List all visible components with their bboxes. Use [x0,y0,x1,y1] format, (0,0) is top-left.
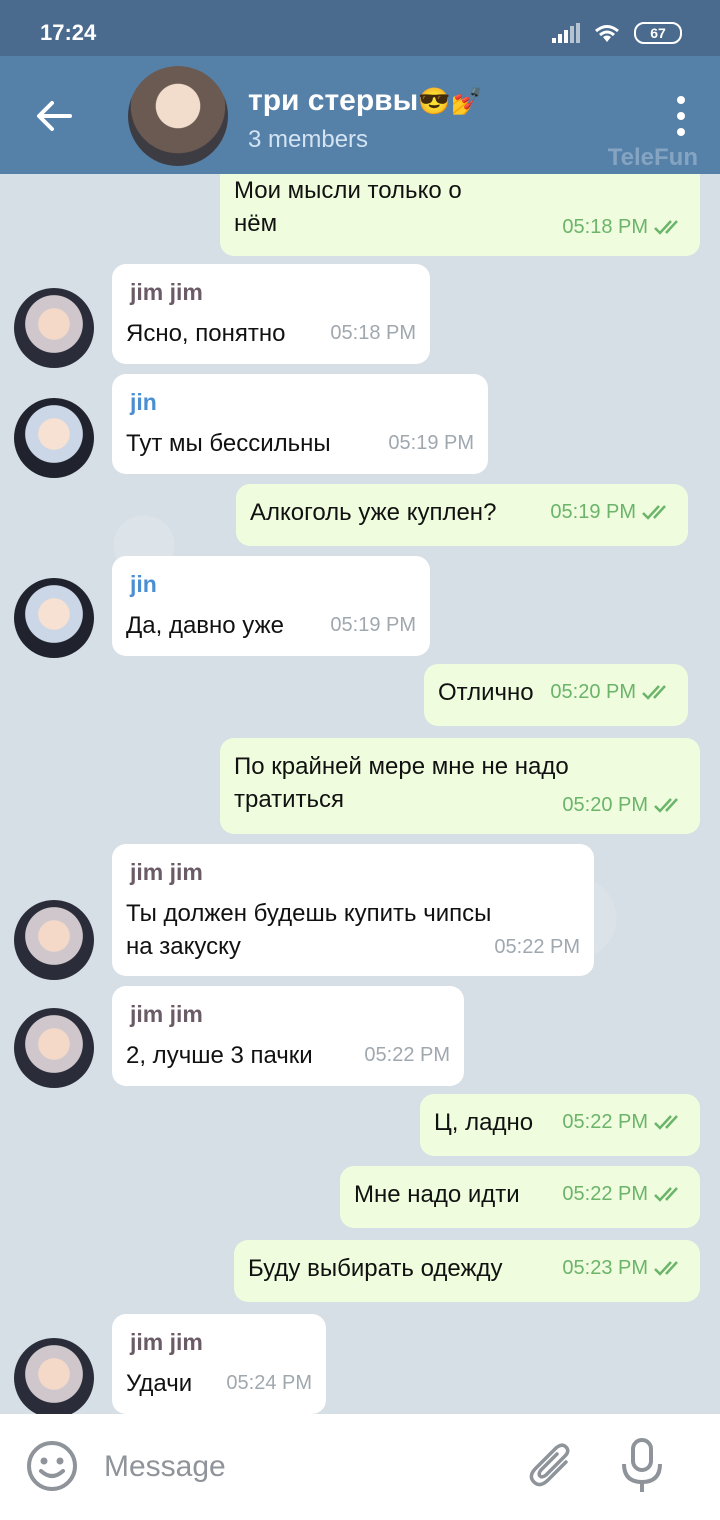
double-check-icon [654,1114,678,1130]
message-row: Отлично 05:20 PM [438,676,674,709]
incoming-message[interactable]: jim jim 2, лучше 3 пачки 05:22 PM [112,986,464,1086]
time-text: 05:20 PM [562,794,648,816]
chat-title-text: три стервы [248,84,419,117]
sender-avatar[interactable] [14,900,94,980]
sender-name[interactable]: jim jim [130,1326,312,1359]
message-list[interactable]: Мои мысли только о нём 05:18 PM jim jim Ясно… [0,174,720,1414]
message-row: Буду выбирать одежду 05:23 PM [248,1252,686,1285]
message-text: Удачи [126,1370,193,1397]
message-time: 05:20 PM [562,789,686,822]
message-time: 05:22 PM [364,1039,450,1072]
more-vertical-icon[interactable] [676,96,686,136]
message-text: Отлично [438,679,534,706]
message-text: Буду выбирать одежду [248,1255,503,1282]
message-time: 05:18 PM [330,317,416,350]
incoming-message[interactable]: jim jim Ты должен будешь купить чипсы на з… [112,844,594,976]
time-text: 05:20 PM [550,681,636,703]
outgoing-message[interactable]: Алкоголь уже куплен? 05:19 PM [236,484,688,546]
message-row: Тут мы бессильны 05:19 PM [126,427,474,460]
message-text: Да, давно уже [126,612,284,639]
time-text: 05:23 PM [562,1257,648,1279]
double-check-icon [654,219,678,235]
chat-title[interactable]: три стервы😎💅 [248,84,483,118]
message-time: 05:18 PM [562,211,686,244]
message-text: Ясно, понятно [126,320,286,347]
group-avatar[interactable] [128,66,228,166]
signal-icon [552,23,580,43]
chat-header: три стервы😎💅 3 members TeleFun [0,56,720,174]
time-text: 05:19 PM [330,614,416,636]
paperclip-icon[interactable] [526,1440,578,1492]
status-bar: 17:24 67 [0,0,720,56]
time-text: 05:24 PM [226,1372,312,1394]
double-check-icon [654,1186,678,1202]
outgoing-message[interactable]: Ц, ладно 05:22 PM [420,1094,700,1156]
arrow-left-icon[interactable] [34,96,74,136]
outgoing-message[interactable]: По крайней мере мне не надо тратиться 05:2… [220,738,700,834]
wifi-icon [595,25,619,42]
message-row: Алкоголь уже куплен? 05:19 PM [250,496,674,529]
sender-name[interactable]: jim jim [130,856,580,889]
time-text: 05:19 PM [388,432,474,454]
incoming-message[interactable]: jim jim Удачи 05:24 PM [112,1314,326,1414]
message-row: Да, давно уже 05:19 PM [126,609,416,642]
incoming-message[interactable]: jim jim Ясно, понятно 05:18 PM [112,264,430,364]
sender-avatar[interactable] [14,1338,94,1414]
microphone-icon[interactable] [616,1436,668,1496]
sender-name[interactable]: jim jim [130,998,450,1031]
double-check-icon [642,684,666,700]
sender-avatar[interactable] [14,288,94,368]
battery-indicator: 67 [634,22,682,44]
double-check-icon [654,797,678,813]
message-time: 05:19 PM [550,496,674,529]
sender-avatar[interactable] [14,398,94,478]
sender-name[interactable]: jin [130,386,474,419]
message-text: Мне надо идти [354,1181,520,1208]
message-text: 2, лучше 3 пачки [126,1042,313,1069]
sender-name[interactable]: jim jim [130,276,416,309]
message-input[interactable]: Message [104,1450,226,1484]
message-row: 2, лучше 3 пачки 05:22 PM [126,1039,450,1072]
message-time: 05:19 PM [330,609,416,642]
outgoing-message[interactable]: Мои мысли только о нём 05:18 PM [220,174,700,256]
status-icons: 67 [552,22,682,44]
message-time: 05:22 PM [494,931,580,964]
double-check-icon [642,504,666,520]
status-time: 17:24 [40,20,97,45]
message-time: 05:24 PM [226,1367,312,1400]
message-time: 05:23 PM [562,1252,686,1285]
double-check-icon [654,1260,678,1276]
time-text: 05:18 PM [562,216,648,238]
message-row: Ц, ладно 05:22 PM [434,1106,686,1139]
incoming-message[interactable]: jin Тут мы бессильны 05:19 PM [112,374,488,474]
chat-title-emoji: 😎💅 [418,86,483,116]
smiley-icon[interactable] [26,1440,78,1492]
time-text: 05:22 PM [562,1183,648,1205]
time-text: 05:22 PM [562,1111,648,1133]
sender-name[interactable]: jin [130,568,416,601]
message-time: 05:22 PM [562,1106,686,1139]
message-text: Алкоголь уже куплен? [250,499,497,526]
message-time: 05:20 PM [550,676,674,709]
sender-avatar[interactable] [14,578,94,658]
message-row: Удачи 05:24 PM [126,1367,312,1400]
time-text: 05:18 PM [330,322,416,344]
message-row: Мне надо идти 05:22 PM [354,1178,686,1211]
outgoing-message[interactable]: Буду выбирать одежду 05:23 PM [234,1240,700,1302]
message-text: Ц, ладно [434,1109,534,1136]
message-time: 05:19 PM [388,427,474,460]
incoming-message[interactable]: jin Да, давно уже 05:19 PM [112,556,430,656]
sender-avatar[interactable] [14,1008,94,1088]
outgoing-message[interactable]: Мне надо идти 05:22 PM [340,1166,700,1228]
time-text: 05:22 PM [364,1044,450,1066]
watermark: TeleFun [607,144,698,171]
message-time: 05:22 PM [562,1178,686,1211]
outgoing-message[interactable]: Отлично 05:20 PM [424,664,688,726]
time-text: 05:22 PM [494,936,580,958]
message-text: Тут мы бессильны [126,430,331,457]
message-row: Ясно, понятно 05:18 PM [126,317,416,350]
message-input-bar: Message [0,1414,720,1520]
time-text: 05:19 PM [550,501,636,523]
member-count: 3 members [248,126,369,153]
